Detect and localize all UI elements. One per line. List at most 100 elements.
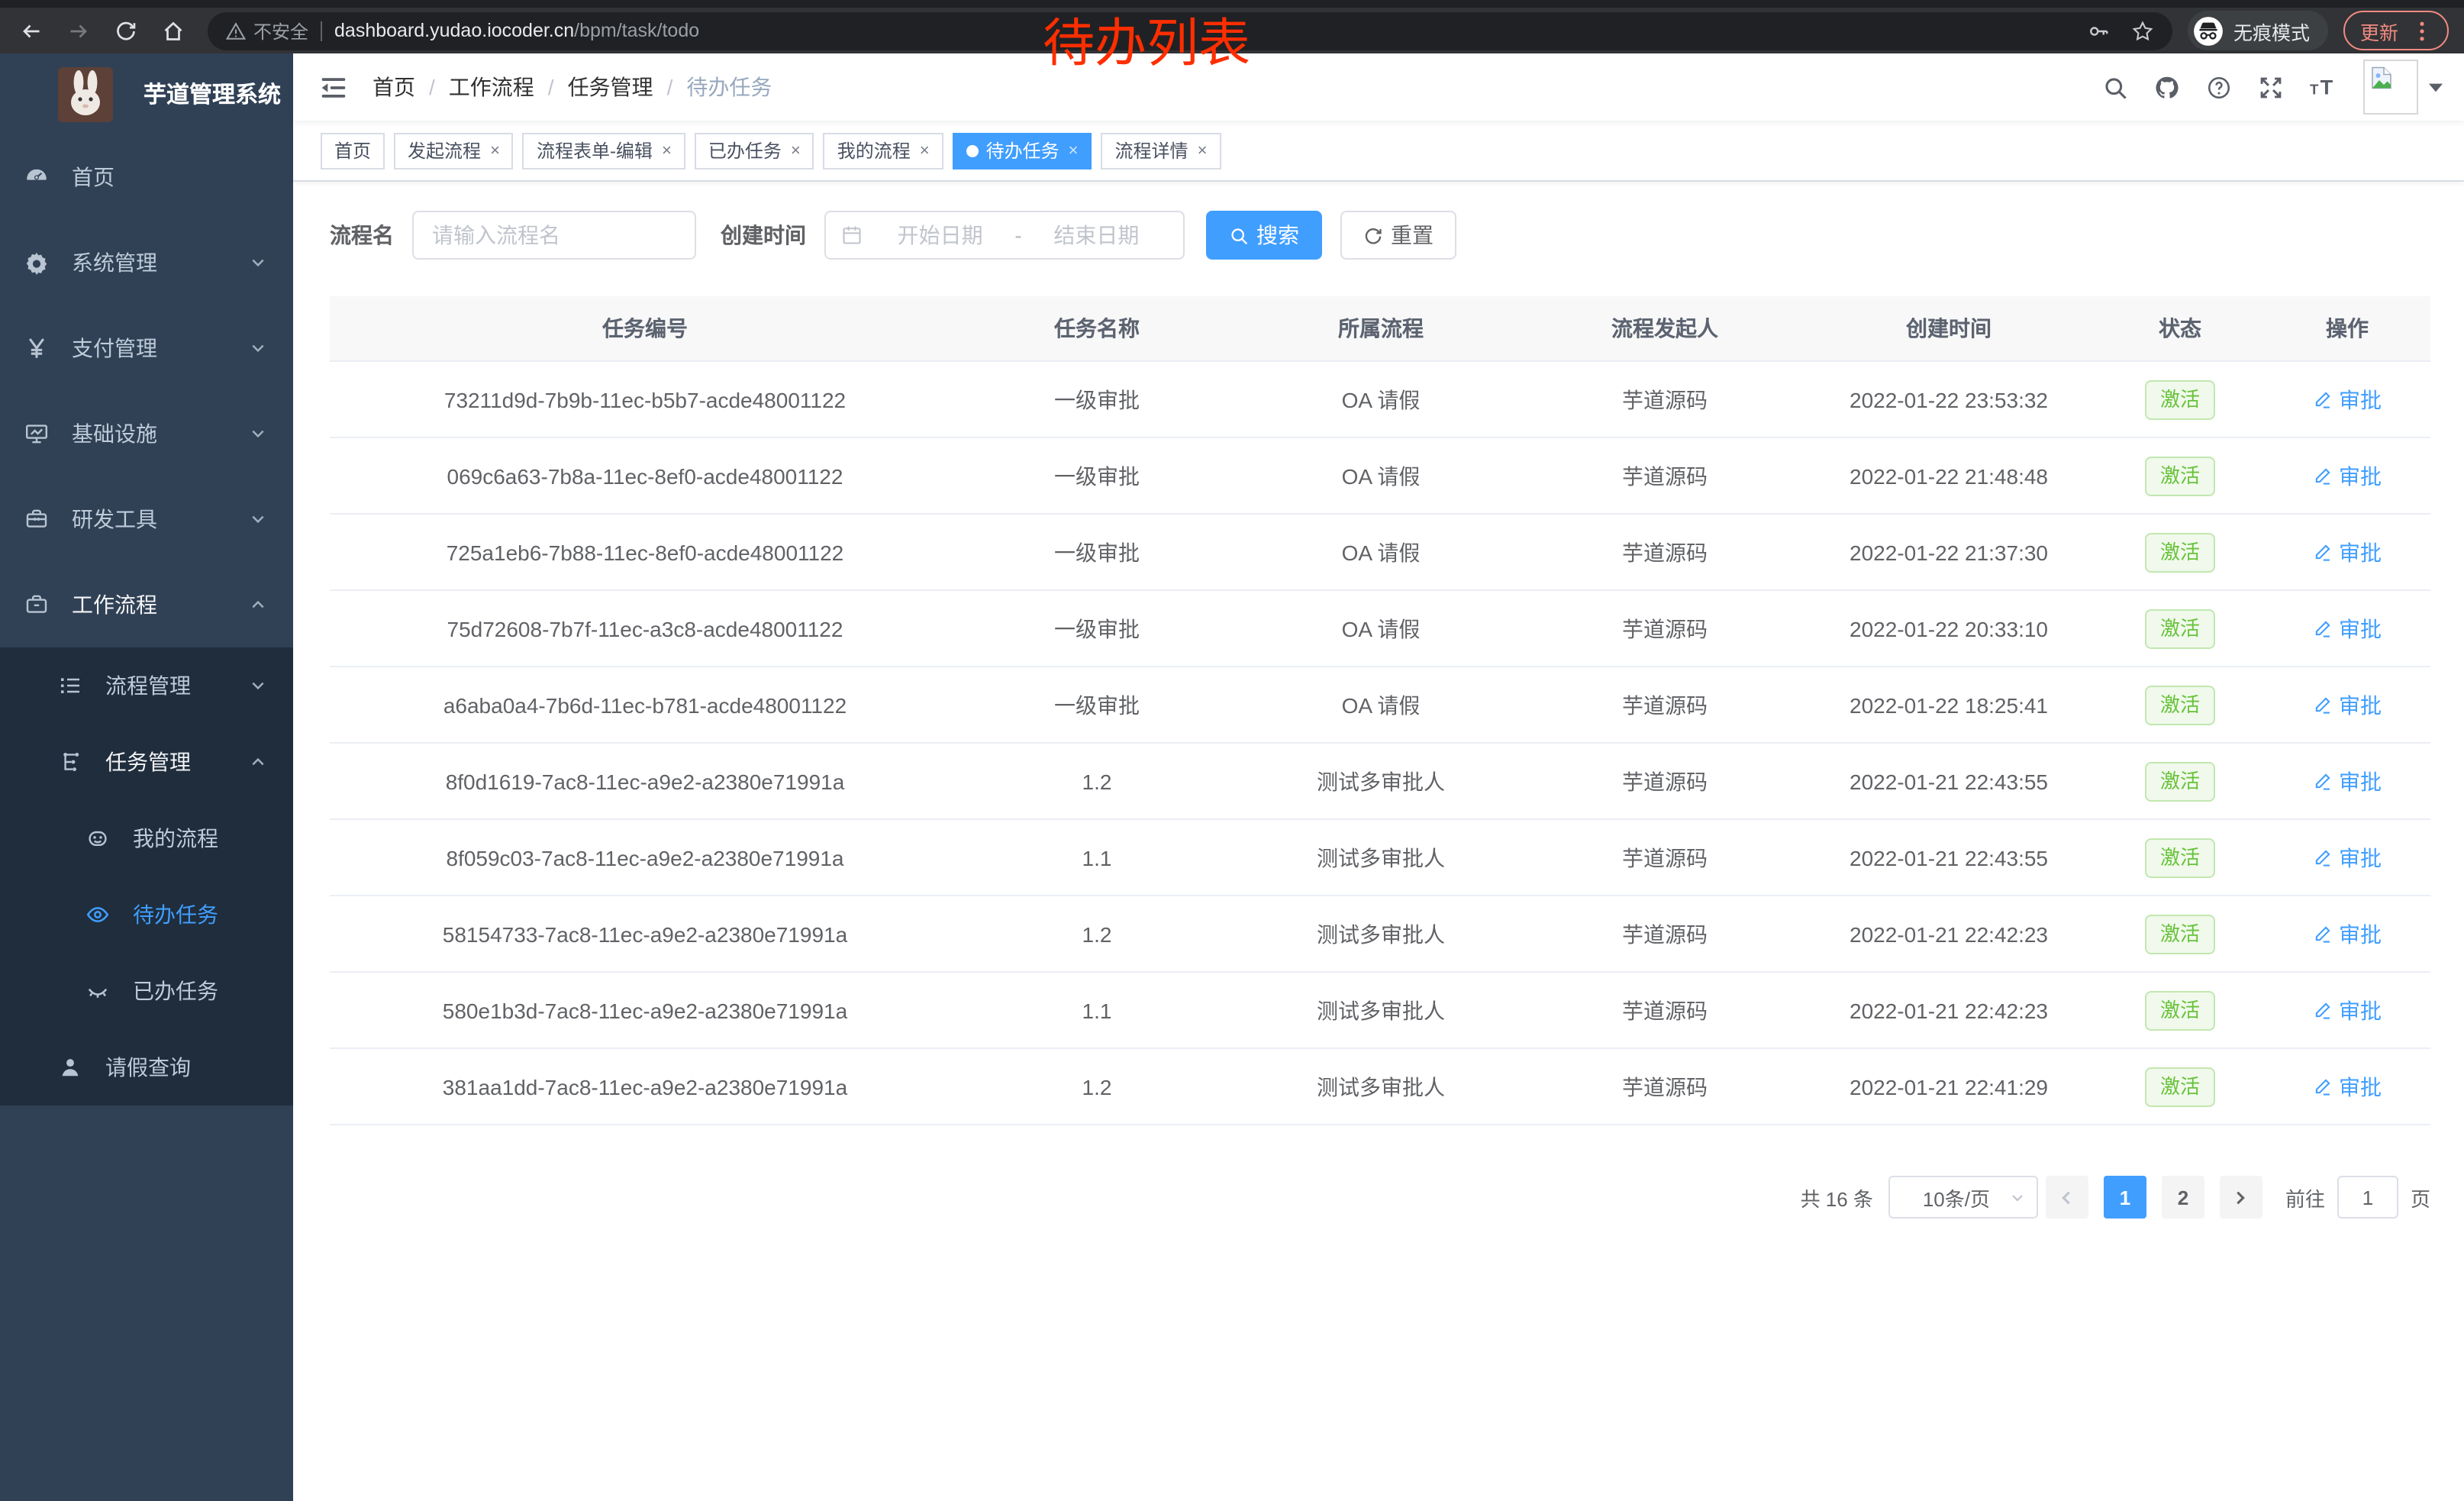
date-range-input[interactable]: 开始日期 - 结束日期 (824, 211, 1185, 260)
svg-text:T: T (2320, 75, 2333, 98)
process-name-input[interactable] (412, 211, 696, 260)
status-cell: 激活 (2096, 667, 2264, 743)
action-cell: 审批 (2264, 896, 2430, 972)
home-icon[interactable] (154, 12, 191, 49)
sidebar-item-todo-task[interactable]: 待办任务 (0, 876, 293, 953)
sidebar-item-dev-tools[interactable]: 研发工具 (0, 476, 293, 562)
task-id-cell: 725a1eb6-7b88-11ec-8ef0-acde48001122 (330, 514, 960, 590)
prev-page-button[interactable] (2046, 1176, 2088, 1219)
initiator-cell: 芋道源码 (1528, 590, 1801, 667)
sidebar-item-system[interactable]: 系统管理 (0, 220, 293, 305)
process-cell: 测试多审批人 (1234, 819, 1528, 896)
close-icon[interactable]: × (920, 141, 930, 160)
next-page-button[interactable] (2220, 1176, 2262, 1219)
page-button-1[interactable]: 1 (2104, 1176, 2146, 1219)
status-badge: 激活 (2145, 990, 2215, 1030)
status-badge: 激活 (2145, 456, 2215, 495)
breadcrumb-item[interactable]: 首页 (373, 72, 415, 102)
search-icon[interactable] (2088, 53, 2140, 121)
search-icon (1229, 225, 1249, 245)
approve-label: 审批 (2339, 537, 2382, 567)
tab-home[interactable]: 首页 (321, 132, 385, 169)
avatar[interactable] (2363, 60, 2418, 115)
approve-link[interactable]: 审批 (2313, 766, 2382, 796)
close-icon[interactable]: × (490, 141, 500, 160)
main-area: 首页/工作流程/任务管理/待办任务 TT 首页发起流程×流程表单-编辑×已办任务… (293, 53, 2464, 1501)
page-size-select[interactable]: 10条/页 (1888, 1176, 2038, 1219)
approve-link[interactable]: 审批 (2313, 995, 2382, 1025)
approve-link[interactable]: 审批 (2313, 460, 2382, 491)
breadcrumb-item[interactable]: 任务管理 (568, 72, 653, 102)
sidebar-item-payment[interactable]: 支付管理 (0, 305, 293, 391)
task-id-cell: 75d72608-7b7f-11ec-a3c8-acde48001122 (330, 590, 960, 667)
eye-open-icon (85, 902, 110, 927)
approve-link[interactable]: 审批 (2313, 384, 2382, 415)
close-icon[interactable]: × (791, 141, 801, 160)
sidebar-item-process-mgmt[interactable]: 流程管理 (0, 647, 293, 724)
sidebar-item-done-task[interactable]: 已办任务 (0, 953, 293, 1029)
sidebar-item-workflow[interactable]: 工作流程 (0, 562, 293, 647)
column-header: 流程发起人 (1528, 296, 1801, 361)
tab-todo-task[interactable]: 待办任务× (953, 132, 1092, 169)
breadcrumb-item[interactable]: 工作流程 (449, 72, 534, 102)
tab-start-process[interactable]: 发起流程× (394, 132, 514, 169)
search-button[interactable]: 搜索 (1206, 211, 1322, 260)
sidebar-toggle-icon[interactable] (321, 74, 347, 100)
close-icon[interactable]: × (1198, 141, 1208, 160)
avatar-chevron-down-icon[interactable] (2429, 80, 2443, 94)
goto-page-input[interactable] (2337, 1176, 2398, 1219)
fullscreen-icon[interactable] (2244, 53, 2296, 121)
approve-link[interactable]: 审批 (2313, 918, 2382, 949)
tab-label: 我的流程 (837, 137, 911, 163)
task-table: 任务编号任务名称所属流程流程发起人创建时间状态操作 73211d9d-7b9b-… (330, 296, 2430, 1125)
sidebar-item-infrastructure[interactable]: 基础设施 (0, 391, 293, 476)
tab-my-process[interactable]: 我的流程 × (824, 132, 943, 169)
reset-button[interactable]: 重置 (1340, 211, 1456, 260)
url-path: /bpm/task/todo (574, 20, 699, 41)
font-size-icon[interactable]: TT (2296, 53, 2348, 121)
tab-done-task[interactable]: 已办任务× (695, 132, 814, 169)
sidebar-item-my-process[interactable]: 我的流程 (0, 800, 293, 876)
sidebar-item-label: 我的流程 (133, 823, 293, 854)
approve-label: 审批 (2339, 842, 2382, 873)
help-icon[interactable] (2192, 53, 2244, 121)
initiator-cell: 芋道源码 (1528, 1048, 1801, 1125)
task-name-cell: 1.1 (960, 972, 1234, 1048)
app-logo[interactable]: 芋道管理系统 (0, 53, 293, 134)
task-id-cell: 58154733-7ac8-11ec-a9e2-a2380e71991a (330, 896, 960, 972)
approve-link[interactable]: 审批 (2313, 842, 2382, 873)
status-cell: 激活 (2096, 743, 2264, 819)
close-icon[interactable]: × (1069, 141, 1079, 160)
key-icon[interactable] (2087, 19, 2110, 42)
create-time-cell: 2022-01-21 22:43:55 (1801, 743, 2096, 819)
tab-label: 流程详情 (1115, 137, 1188, 163)
chevron-down-icon (250, 512, 266, 527)
browser-toolbar: 不安全 dashboard.yudao.iocoder.cn/bpm/task/… (0, 8, 2464, 53)
initiator-cell: 芋道源码 (1528, 896, 1801, 972)
browser-menu-dots-icon[interactable] (2412, 21, 2432, 40)
breadcrumb-separator: / (548, 75, 554, 99)
sidebar-item-leave-query[interactable]: 请假查询 (0, 1029, 293, 1106)
status-cell: 激活 (2096, 819, 2264, 896)
forward-icon[interactable] (60, 12, 96, 49)
bookmark-star-icon[interactable] (2131, 19, 2154, 42)
approve-link[interactable]: 审批 (2313, 613, 2382, 644)
url-bar[interactable]: 不安全 dashboard.yudao.iocoder.cn/bpm/task/… (208, 11, 2172, 50)
page-size-value: 10条/页 (1902, 1183, 2011, 1212)
tab-form-edit[interactable]: 流程表单-编辑× (523, 132, 685, 169)
reload-icon[interactable] (107, 12, 144, 49)
tab-process-detail[interactable]: 流程详情 × (1101, 132, 1221, 169)
page-button-2[interactable]: 2 (2162, 1176, 2204, 1219)
approve-link[interactable]: 审批 (2313, 689, 2382, 720)
github-icon[interactable] (2140, 53, 2192, 121)
close-icon[interactable]: × (662, 141, 672, 160)
approve-link[interactable]: 审批 (2313, 537, 2382, 567)
briefcase-icon (24, 592, 49, 617)
approve-link[interactable]: 审批 (2313, 1071, 2382, 1102)
create-time-cell: 2022-01-21 22:42:23 (1801, 972, 2096, 1048)
back-icon[interactable] (12, 12, 49, 49)
approve-label: 审批 (2339, 1071, 2382, 1102)
update-button[interactable]: 更新 (2343, 11, 2449, 50)
sidebar-item-home[interactable]: 首页 (0, 134, 293, 220)
sidebar-item-task-mgmt[interactable]: 任务管理 (0, 724, 293, 800)
